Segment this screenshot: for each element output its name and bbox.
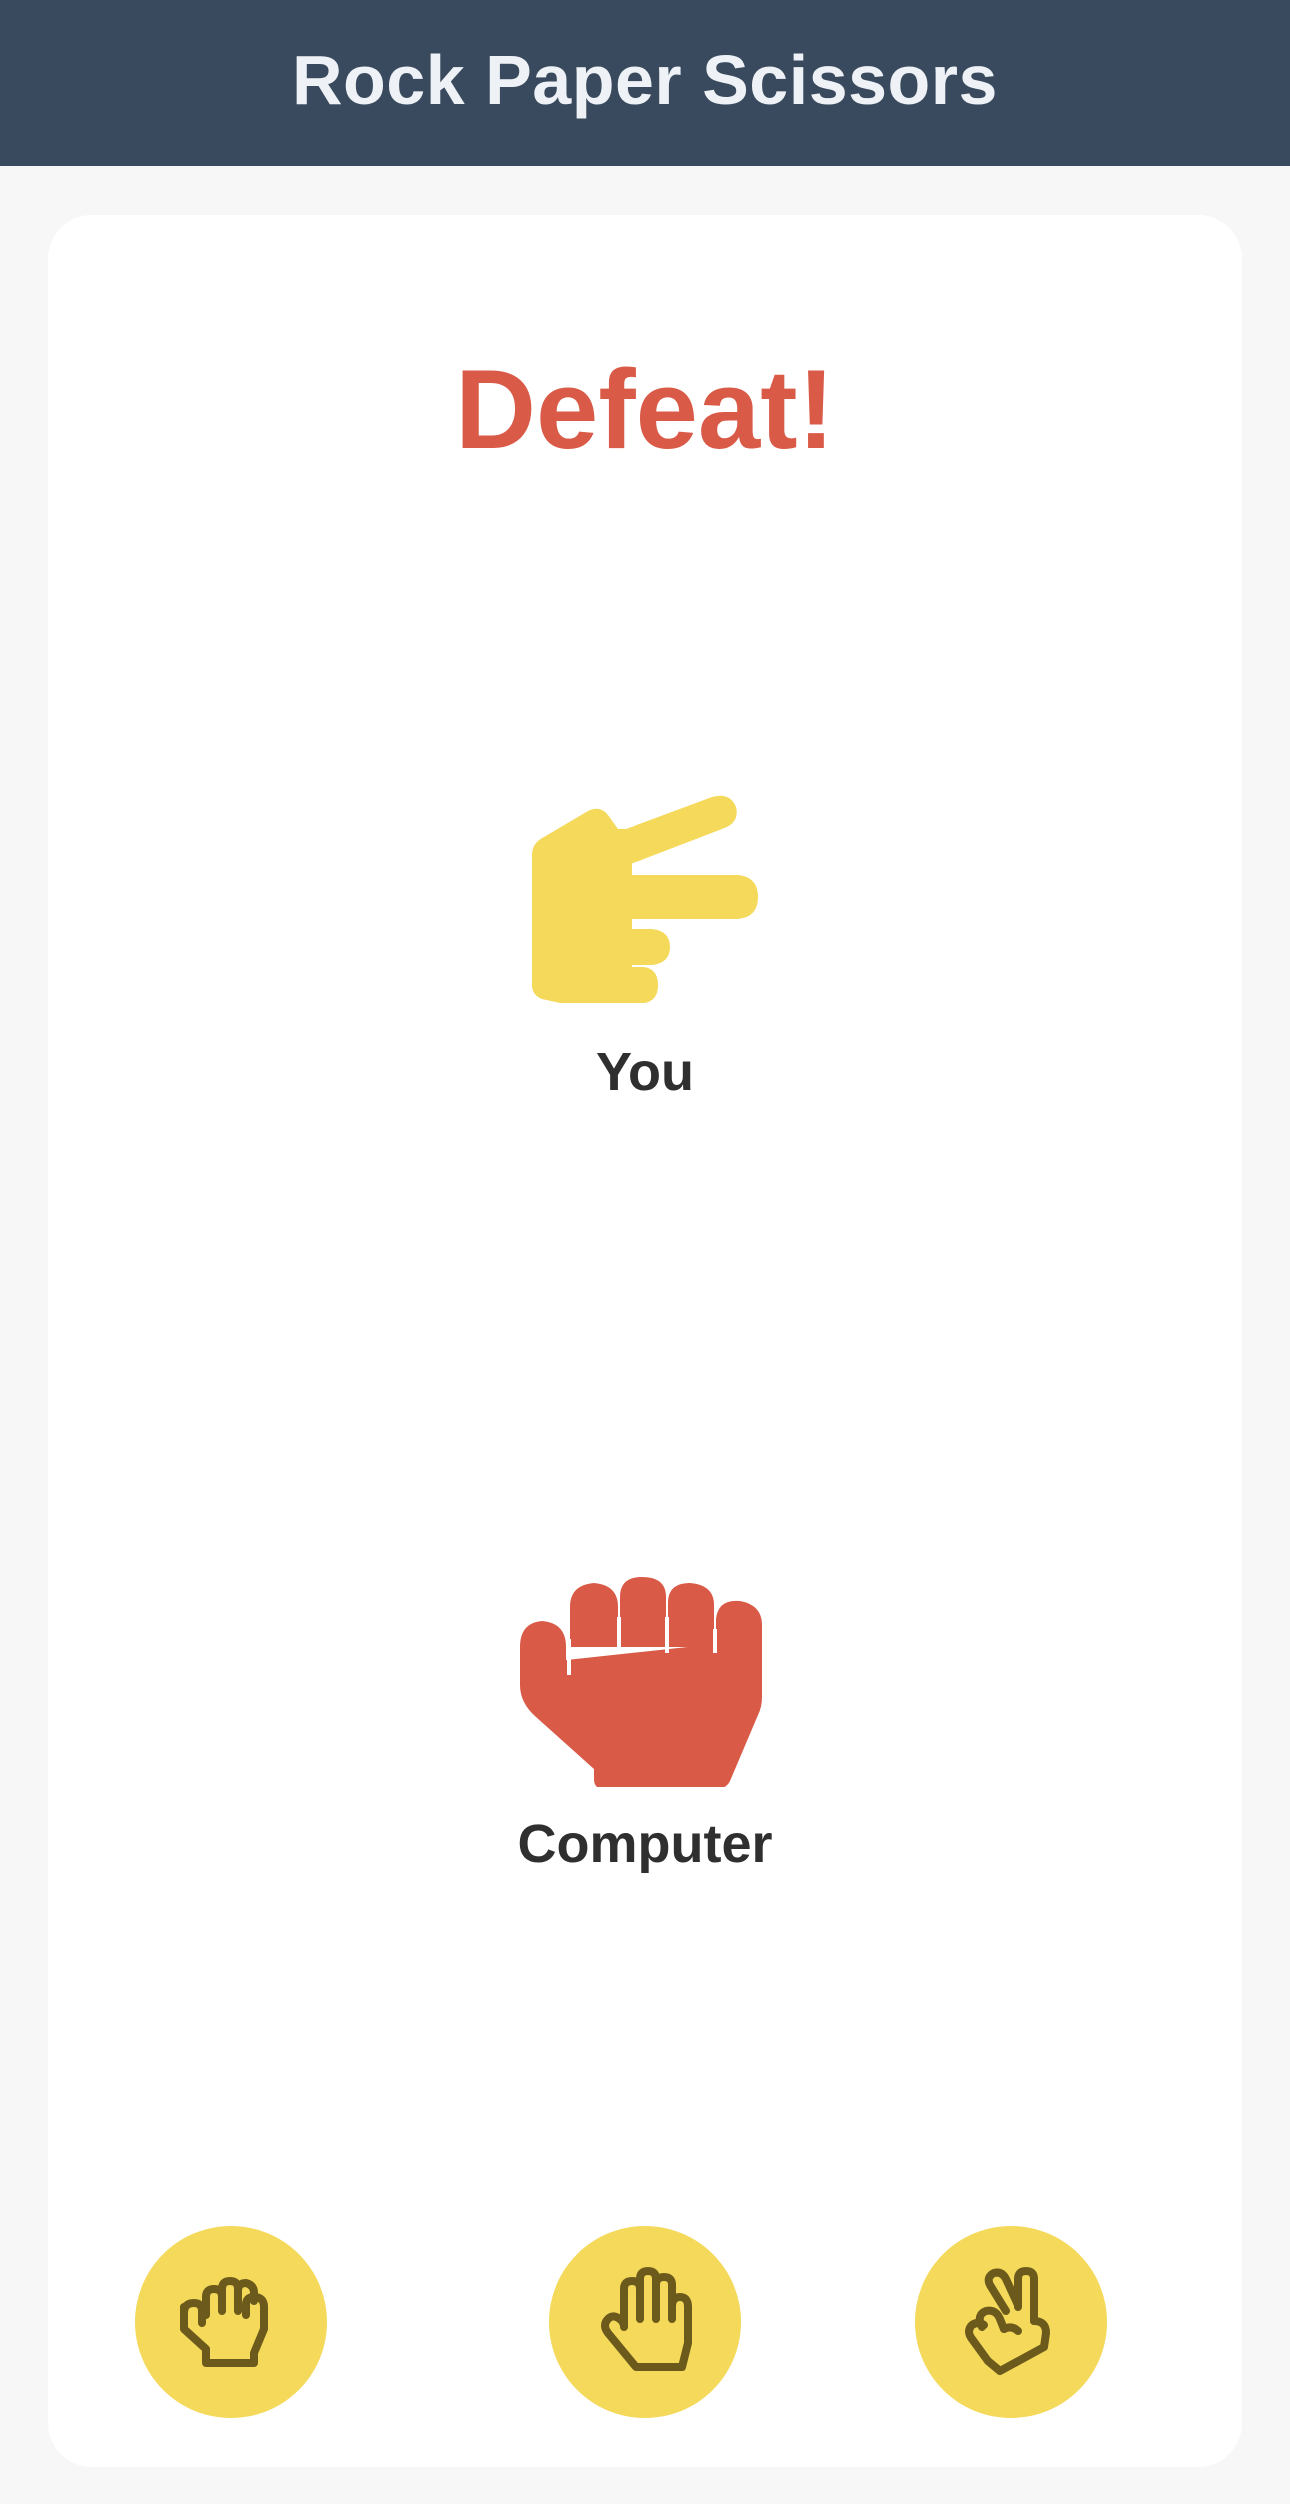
result-text: Defeat!: [455, 347, 835, 472]
fist-icon: [180, 2277, 268, 2367]
scissors-button[interactable]: [915, 2226, 1107, 2418]
computer-label: Computer: [517, 1814, 773, 1874]
app-title: Rock Paper Scissors: [292, 41, 998, 119]
victory-hand-icon: [965, 2267, 1050, 2375]
open-hand-icon: [601, 2267, 692, 2371]
game-card: Defeat! You Computer: [48, 215, 1242, 2467]
scissors-hand-icon: [532, 795, 758, 1003]
player-hand: You: [48, 795, 1242, 1103]
player-label: You: [596, 1042, 694, 1102]
rock-hand-icon: [520, 1577, 762, 1787]
paper-button[interactable]: [549, 2226, 741, 2418]
app-header: Rock Paper Scissors: [0, 0, 1290, 166]
rock-button[interactable]: [135, 2226, 327, 2418]
computer-hand: Computer: [48, 1577, 1242, 1875]
